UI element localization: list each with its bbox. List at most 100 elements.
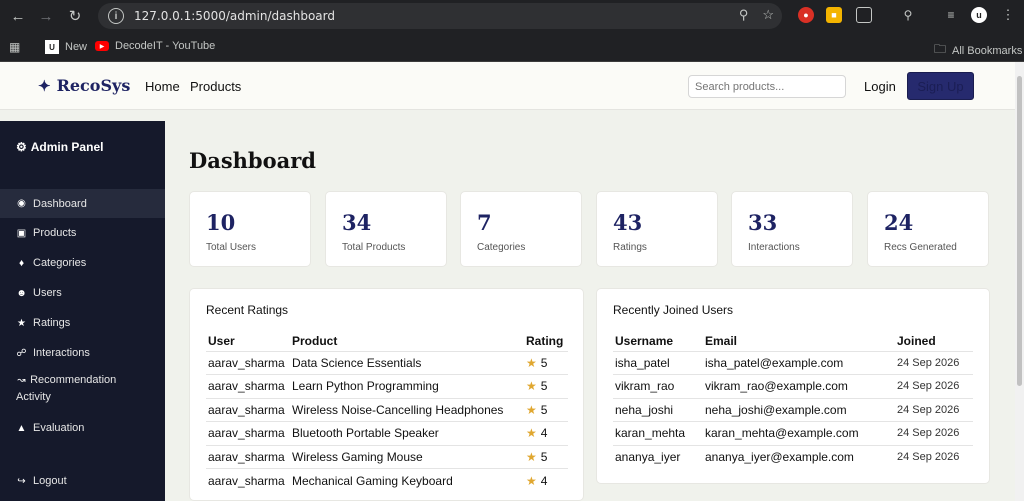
brand-logo[interactable]: ✦ RecoSys [38,76,130,95]
star-icon: ★ [17,317,26,329]
sidebar-item-interactions[interactable]: ☍ Interactions [0,341,165,365]
search-input[interactable] [688,75,846,98]
recent-users-table: Username Email Joined isha_patel isha_pa… [613,331,973,469]
cell-user: aarav_sharma [206,421,290,445]
performance-icon[interactable]: ⚲ [900,7,916,23]
page-scrollbar[interactable] [1015,62,1024,501]
sidebar-item-label: Evaluation [33,422,85,434]
sidebar-item-label: Recommendation Activity [16,374,117,403]
sidebar-item-label: Products [33,227,77,239]
sidebar-item-label: Ratings [33,317,71,329]
table-row: aarav_sharma Bluetooth Portable Speaker … [206,421,568,445]
sidebar-title: ⚙ Admin Panel [16,140,103,154]
stat-card-ratings: 43 Ratings [596,191,718,267]
bookmark-star-icon[interactable]: ☆ [762,7,774,23]
sidebar-item-logout[interactable]: ↪ Logout [0,469,165,493]
rating-value: 5 [540,379,548,394]
sidebar-item-label: Dashboard [33,197,87,210]
address-bar[interactable]: i 127.0.0.1:5000/admin/dashboard ⚲ ☆ [98,3,782,29]
zoom-icon[interactable]: ⚲ [739,7,749,23]
menu-kebab-icon[interactable]: ⋮ [1000,7,1016,23]
table-header-row: Username Email Joined [613,331,973,351]
cell-product: Bluetooth Portable Speaker [290,421,524,445]
folder-icon: 🗀 [934,42,947,56]
extension-yellow-icon[interactable]: ■ [826,7,842,23]
extension-red-icon[interactable]: ● [798,7,814,23]
stat-label: Total Products [342,242,406,253]
sidebar-item-label: Categories [33,257,87,269]
user-gear-icon: ⚙ [16,140,27,154]
all-bookmarks[interactable]: 🗀 All Bookmarks [934,40,1022,61]
star-icon: ★ [526,355,537,370]
column-header: Product [292,333,338,348]
cell-rating: ★ 4 [524,421,568,445]
table-row: aarav_sharma Learn Python Programming ★ 5 [206,374,568,398]
apps-grid-icon[interactable]: ▦ [9,40,20,54]
scrollbar-thumb[interactable] [1017,76,1022,386]
table-row: ananya_iyer ananya_iyer@example.com 24 S… [613,444,973,469]
main-content: Dashboard 10 Total Users 34 Total Produc… [165,121,1015,501]
cell-product: Data Science Essentials [290,350,524,375]
brand-name: RecoSys [56,76,131,95]
admin-sidebar: ⚙ Admin Panel ◉ Dashboard ▣ Products ♦ Cate… [0,121,165,501]
extensions-puzzle-icon[interactable] [856,7,872,23]
sidebar-item-users[interactable]: ☻ Users [0,281,165,305]
rating-value: 5 [540,402,548,417]
cell-username: vikram_rao [613,374,703,398]
panel-title: Recently Joined Users [613,303,734,317]
reading-list-icon[interactable]: ≡ [943,7,959,23]
column-header: Joined [897,333,936,348]
site-info-icon[interactable]: i [108,8,124,24]
stat-card-categories: 7 Categories [460,191,582,267]
cell-username: isha_patel [613,350,703,375]
panel-title: Recent Ratings [206,303,289,317]
rating-value: 5 [540,449,548,464]
rating-value: 5 [540,355,548,370]
bookmark-youtube[interactable]: ▶ DecodeIT - YouTube [95,40,215,52]
cell-product: Wireless Gaming Mouse [290,444,524,469]
sidebar-item-recommendation-activity[interactable]: ↝ Recommendation Activity [0,372,165,406]
star-icon: ★ [526,449,537,464]
cell-email: neha_joshi@example.com [703,397,895,422]
table-row: karan_mehta karan_mehta@example.com 24 S… [613,421,973,445]
table-row: aarav_sharma Wireless Gaming Mouse ★ 5 [206,444,568,469]
sidebar-title-label: Admin Panel [30,140,104,154]
stat-card-interactions: 33 Interactions [731,191,853,267]
cell-username: neha_joshi [613,397,703,422]
stat-value: 24 [884,210,914,235]
sidebar-item-label: Interactions [33,347,90,359]
cell-email: ananya_iyer@example.com [703,444,895,469]
star-icon: ★ [526,379,537,394]
box-icon: ▣ [16,227,27,239]
forward-icon[interactable]: → [32,2,60,30]
cell-joined: 24 Sep 2026 [895,421,973,445]
profile-avatar-icon[interactable]: u [971,7,987,23]
recent-ratings-panel: Recent Ratings User Product Rating aarav… [189,288,584,501]
bookmark-new[interactable]: U New [45,40,87,54]
nav-link-products[interactable]: Products [190,79,241,94]
signup-button[interactable]: Sign Up [907,72,974,100]
nav-link-home[interactable]: Home [145,79,180,94]
login-link[interactable]: Login [864,79,896,94]
sidebar-item-evaluation[interactable]: ▲ Evaluation [0,416,165,440]
sidebar-item-categories[interactable]: ♦ Categories [0,251,165,275]
column-header: User [208,333,235,348]
cell-rating: ★ 5 [524,374,568,398]
sidebar-item-label: Logout [33,475,67,487]
cell-user: aarav_sharma [206,374,290,398]
star-icon: ★ [526,473,537,488]
recent-users-panel: Recently Joined Users Username Email Joi… [596,288,990,484]
back-icon[interactable]: ← [4,2,32,30]
rating-value: 4 [540,473,548,488]
cell-username: ananya_iyer [613,444,703,469]
cell-email: karan_mehta@example.com [703,421,895,445]
top-navbar: ✦ RecoSys Home Products Login Sign Up [0,62,1015,110]
bookmark-favicon-icon: U [45,40,59,54]
sidebar-item-products[interactable]: ▣ Products [0,221,165,245]
reload-icon[interactable]: ↻ [61,2,89,30]
stat-value: 7 [477,210,492,235]
sidebar-item-ratings[interactable]: ★ Ratings [0,311,165,335]
sidebar-item-dashboard[interactable]: ◉ Dashboard [0,189,165,218]
stat-card-total-products: 34 Total Products [325,191,447,267]
table-row: vikram_rao vikram_rao@example.com 24 Sep… [613,374,973,398]
